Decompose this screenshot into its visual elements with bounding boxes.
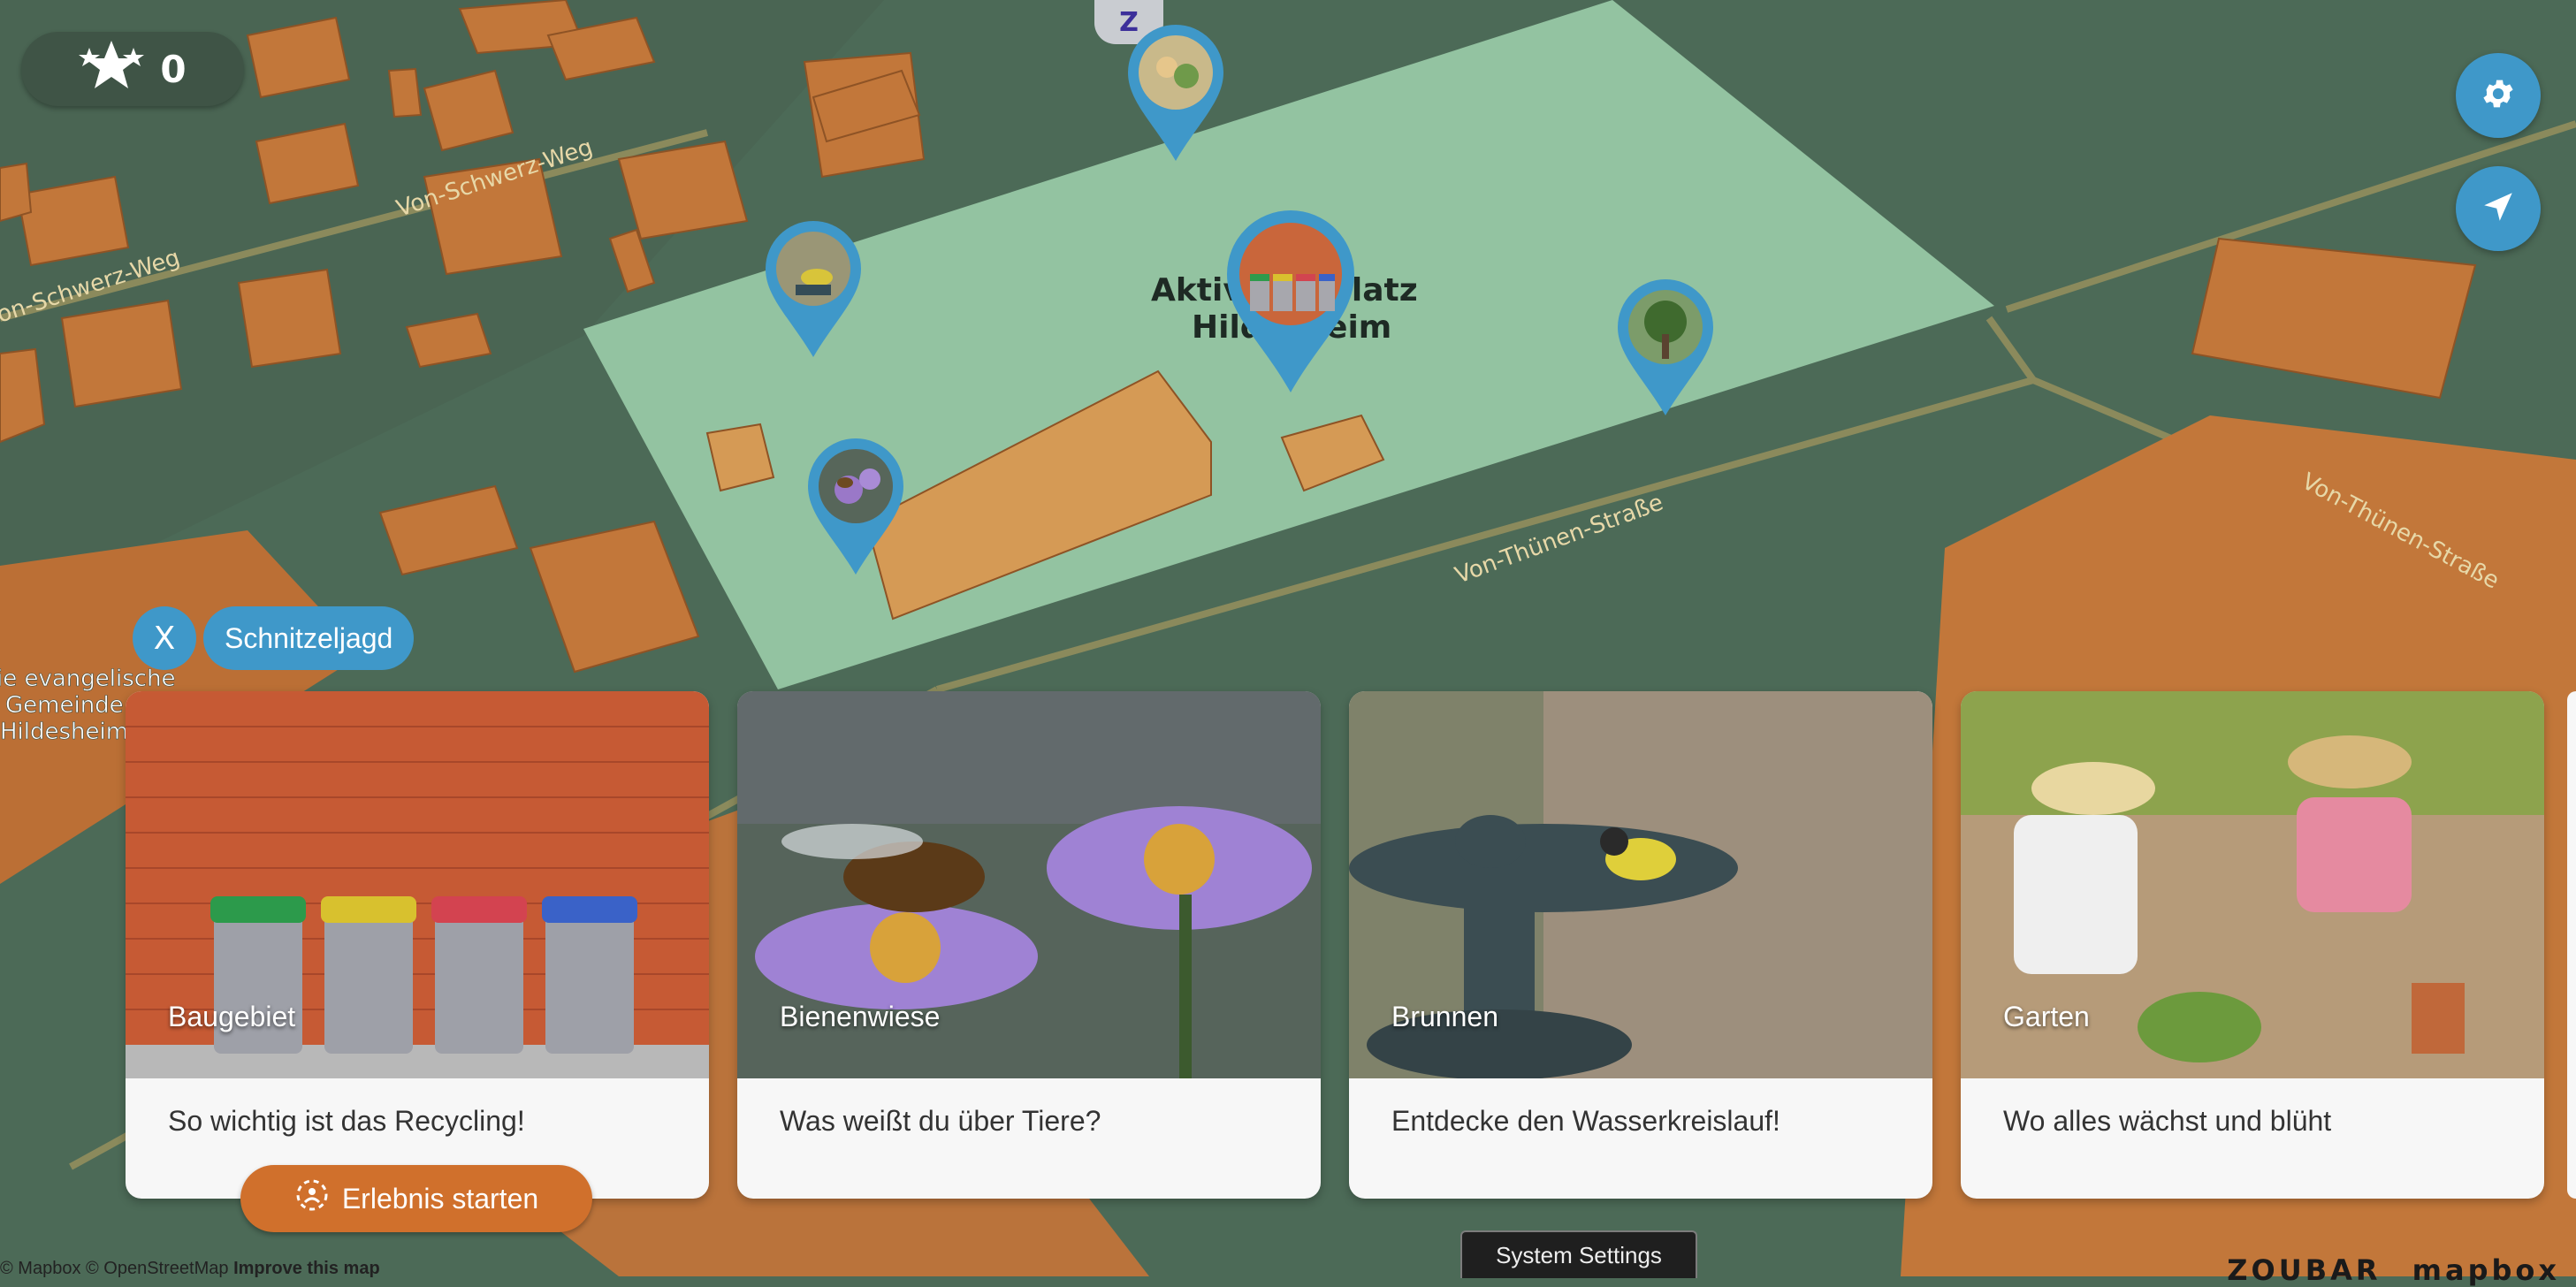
- filter-chip-label: Schnitzeljagd: [225, 621, 393, 654]
- system-settings-label: System Settings: [1496, 1241, 1662, 1268]
- card-subtitle: Wo alles wächst und blüht: [2003, 1105, 2332, 1137]
- mapbox-logo: mapbox: [2412, 1253, 2560, 1287]
- map-pin-tree[interactable]: [1618, 279, 1713, 415]
- map-pin-baugebiet[interactable]: [1227, 210, 1354, 392]
- card-title: Garten: [2003, 1001, 2090, 1032]
- filter-chip-schnitzeljagd[interactable]: Schnitzeljagd: [203, 606, 415, 670]
- scan-icon: [294, 1177, 330, 1220]
- close-icon: X: [153, 620, 176, 657]
- start-button-label: Erlebnis starten: [341, 1182, 539, 1215]
- close-filter-button[interactable]: X: [133, 606, 196, 670]
- settings-button[interactable]: [2456, 53, 2541, 138]
- system-settings-button[interactable]: System Settings: [1460, 1230, 1697, 1278]
- start-experience-button[interactable]: Erlebnis starten: [240, 1165, 592, 1232]
- svg-text:ie evangelische: ie evangelische: [0, 666, 176, 692]
- card-title: Baugebiet: [168, 1001, 296, 1032]
- card-title: Bienenwiese: [780, 1001, 941, 1032]
- attribution-text: © Mapbox © OpenStreetMap: [0, 1259, 229, 1278]
- map-pin-bienenwiese[interactable]: [808, 438, 903, 575]
- card-subtitle: Was weißt du über Tiere?: [780, 1105, 1101, 1137]
- card-bienenwiese[interactable]: Bienenwiese Was weißt du über Tiere?: [737, 691, 1321, 1199]
- improve-map-link[interactable]: Improve this map: [233, 1259, 380, 1278]
- card-garten[interactable]: Garten Wo alles wächst und blüht: [1961, 691, 2544, 1199]
- map-pin-bird[interactable]: [766, 221, 861, 357]
- svg-text:Hildesheim: Hildesheim: [0, 719, 128, 745]
- map-pin-garten[interactable]: [1128, 25, 1223, 161]
- card-next-partial[interactable]: [2567, 691, 2576, 1199]
- card-title: Brunnen: [1391, 1001, 1498, 1032]
- svg-text:Gemeinde: Gemeinde: [5, 692, 124, 719]
- stars-icon: [79, 39, 145, 99]
- card-brunnen[interactable]: Brunnen Entdecke den Wasserkreislauf!: [1349, 691, 1932, 1199]
- score-badge: 0: [21, 32, 244, 106]
- card-subtitle: Entdecke den Wasserkreislauf!: [1391, 1105, 1780, 1137]
- score-value: 0: [160, 47, 187, 91]
- navigation-arrow-icon: [2480, 188, 2517, 229]
- card-subtitle: So wichtig ist das Recycling!: [168, 1105, 525, 1137]
- gear-icon: [2480, 75, 2517, 116]
- zoubar-logo: ZOUBAR: [2227, 1253, 2382, 1287]
- card-baugebiet[interactable]: Baugebiet So wichtig ist das Recycling!: [126, 691, 709, 1199]
- logos: ZOUBAR mapbox: [2227, 1253, 2560, 1287]
- locate-button[interactable]: [2456, 166, 2541, 251]
